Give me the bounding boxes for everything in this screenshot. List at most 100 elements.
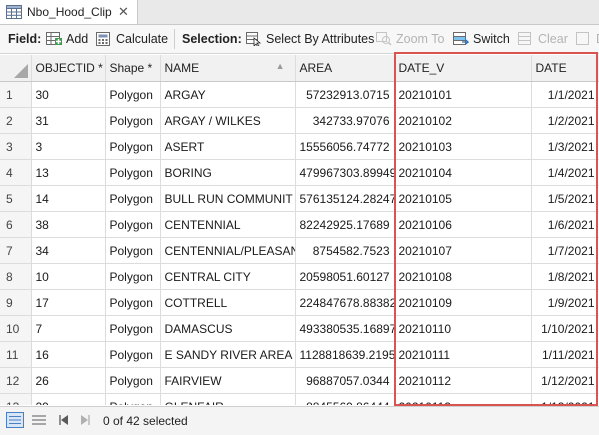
cell-shape[interactable]: Polygon — [105, 133, 161, 160]
column-header-area[interactable]: AREA — [295, 55, 395, 82]
cell-area[interactable]: 96887057.0344 — [295, 367, 395, 394]
cell-name[interactable]: DAMASCUS — [160, 315, 296, 342]
cell-date-v[interactable]: 20210101 — [394, 81, 532, 108]
table-row[interactable]: 1329PolygonGLENFAIR8845569.8644420210113… — [0, 393, 599, 405]
table-row[interactable]: 3 3 Polygon ASERT 15556056.74772 20210103 1/3/… — [0, 133, 599, 160]
cell-shape[interactable]: Polygon — [105, 315, 161, 342]
cell-objectid[interactable]: 10 — [31, 263, 106, 290]
cell-area[interactable]: 576135124.28247 — [295, 185, 395, 212]
cell-shape[interactable]: Polygon — [105, 107, 161, 134]
cell-name[interactable]: CENTENNIAL — [160, 211, 296, 238]
table-row[interactable]: 7 34 Polygon CENTENNIAL/PLEASAN 8754582.7523… — [0, 237, 599, 264]
cell-objectid[interactable]: 13 — [31, 159, 106, 186]
cell-date[interactable]: 1/12/2021 — [531, 367, 599, 394]
table-row[interactable]: 12 26 Polygon FAIRVIEW 96887057.0344 20210112… — [0, 367, 599, 394]
cell-area[interactable]: 493380535.16897 — [295, 315, 395, 342]
cell-shape[interactable]: Polygon — [105, 185, 161, 212]
cell-date-v[interactable]: 20210113 — [394, 393, 532, 405]
row-number[interactable]: 5 — [0, 185, 32, 212]
row-number[interactable]: 3 — [0, 133, 32, 160]
cell-date[interactable]: 1/6/2021 — [531, 211, 599, 238]
table-row[interactable]: 9 17 Polygon COTTRELL 224847678.88382 2021010… — [0, 289, 599, 316]
cell-shape[interactable]: Polygon — [105, 159, 161, 186]
cell-area[interactable]: 8845569.86444 — [295, 393, 395, 405]
cell-date[interactable]: 1/1/2021 — [531, 81, 599, 108]
cell-date-v[interactable]: 20210105 — [394, 185, 532, 212]
table-row[interactable]: 5 14 Polygon BULL RUN COMMUNIT 576135124.282… — [0, 185, 599, 212]
row-number[interactable]: 2 — [0, 107, 32, 134]
cell-shape[interactable]: Polygon — [105, 237, 161, 264]
cell-date[interactable]: 1/7/2021 — [531, 237, 599, 264]
cell-date-v[interactable]: 20210102 — [394, 107, 532, 134]
cell-shape[interactable]: Polygon — [105, 367, 161, 394]
table-row[interactable]: 11 16 Polygon E SANDY RIVER AREA 1128818639.… — [0, 341, 599, 368]
row-number[interactable]: 8 — [0, 263, 32, 290]
cell-shape[interactable]: Polygon — [105, 211, 161, 238]
row-number[interactable]: 7 — [0, 237, 32, 264]
cell-date-v[interactable]: 20210103 — [394, 133, 532, 160]
row-number[interactable]: 6 — [0, 211, 32, 238]
column-header-shape[interactable]: Shape * — [105, 55, 161, 82]
row-number[interactable]: 11 — [0, 341, 32, 368]
add-field-button[interactable]: Add — [46, 25, 88, 53]
cell-area[interactable]: 57232913.0715 — [295, 81, 395, 108]
cell-name[interactable]: CENTRAL CITY — [160, 263, 296, 290]
cell-objectid[interactable]: 7 — [31, 315, 106, 342]
cell-area[interactable]: 20598051.60127 — [295, 263, 395, 290]
show-selected-records-icon[interactable] — [31, 413, 47, 427]
cell-date[interactable]: 1/9/2021 — [531, 289, 599, 316]
cell-objectid[interactable]: 26 — [31, 367, 106, 394]
clear-selection-button[interactable]: Clear — [518, 25, 568, 53]
cell-area[interactable]: 224847678.88382 — [295, 289, 395, 316]
cell-date[interactable]: 1/10/2021 — [531, 315, 599, 342]
cell-objectid[interactable]: 29 — [31, 393, 106, 405]
cell-objectid[interactable]: 31 — [31, 107, 106, 134]
cell-name[interactable]: BULL RUN COMMUNIT — [160, 185, 296, 212]
row-number[interactable]: 13 — [0, 393, 32, 405]
cell-date[interactable]: 1/3/2021 — [531, 133, 599, 160]
cell-objectid[interactable]: 34 — [31, 237, 106, 264]
cell-area[interactable]: 8754582.7523 — [295, 237, 395, 264]
cell-shape[interactable]: Polygon — [105, 341, 161, 368]
cell-date-v[interactable]: 20210108 — [394, 263, 532, 290]
cell-date[interactable]: 1/4/2021 — [531, 159, 599, 186]
cell-objectid[interactable]: 30 — [31, 81, 106, 108]
cell-date-v[interactable]: 20210110 — [394, 315, 532, 342]
cell-name[interactable]: CENTENNIAL/PLEASAN — [160, 237, 296, 264]
cell-name[interactable]: BORING — [160, 159, 296, 186]
cell-objectid[interactable]: 16 — [31, 341, 106, 368]
cell-date[interactable]: 1/5/2021 — [531, 185, 599, 212]
cell-date-v[interactable]: 20210111 — [394, 341, 532, 368]
column-header-name[interactable]: NAME ▲ — [160, 55, 296, 82]
cell-date-v[interactable]: 20210112 — [394, 367, 532, 394]
table-row[interactable]: 4 13 Polygon BORING 479967303.89949 20210104 1… — [0, 159, 599, 186]
cell-shape[interactable]: Polygon — [105, 393, 161, 405]
row-number[interactable]: 9 — [0, 289, 32, 316]
delete-selection-button[interactable]: D — [576, 25, 599, 53]
column-header-date[interactable]: DATE — [531, 55, 599, 82]
cell-name[interactable]: ARGAY — [160, 81, 296, 108]
table-row[interactable]: 1 30 Polygon ARGAY 57232913.0715 20210101 1/1/… — [0, 81, 599, 108]
cell-name[interactable]: FAIRVIEW — [160, 367, 296, 394]
row-number[interactable]: 12 — [0, 367, 32, 394]
cell-objectid[interactable]: 3 — [31, 133, 106, 160]
cell-date-v[interactable]: 20210104 — [394, 159, 532, 186]
cell-date[interactable]: 1/2/2021 — [531, 107, 599, 134]
cell-name[interactable]: ASERT — [160, 133, 296, 160]
cell-date-v[interactable]: 20210106 — [394, 211, 532, 238]
cell-name[interactable]: GLENFAIR — [160, 393, 296, 405]
cell-area[interactable]: 479967303.89949 — [295, 159, 395, 186]
cell-shape[interactable]: Polygon — [105, 81, 161, 108]
cell-date[interactable]: 1/8/2021 — [531, 263, 599, 290]
table-row[interactable]: 8 10 Polygon CENTRAL CITY 20598051.60127 2021… — [0, 263, 599, 290]
cell-area[interactable]: 15556056.74772 — [295, 133, 395, 160]
close-icon[interactable]: ✕ — [118, 4, 129, 20]
cell-name[interactable]: E SANDY RIVER AREA — [160, 341, 296, 368]
calculate-field-button[interactable]: Calculate — [96, 25, 168, 53]
cell-date-v[interactable]: 20210107 — [394, 237, 532, 264]
table-row[interactable]: 10 7 Polygon DAMASCUS 493380535.16897 2021011… — [0, 315, 599, 342]
cell-shape[interactable]: Polygon — [105, 263, 161, 290]
row-number[interactable]: 10 — [0, 315, 32, 342]
cell-date[interactable]: 1/11/2021 — [531, 341, 599, 368]
cell-area[interactable]: 1128818639.21958 — [295, 341, 395, 368]
